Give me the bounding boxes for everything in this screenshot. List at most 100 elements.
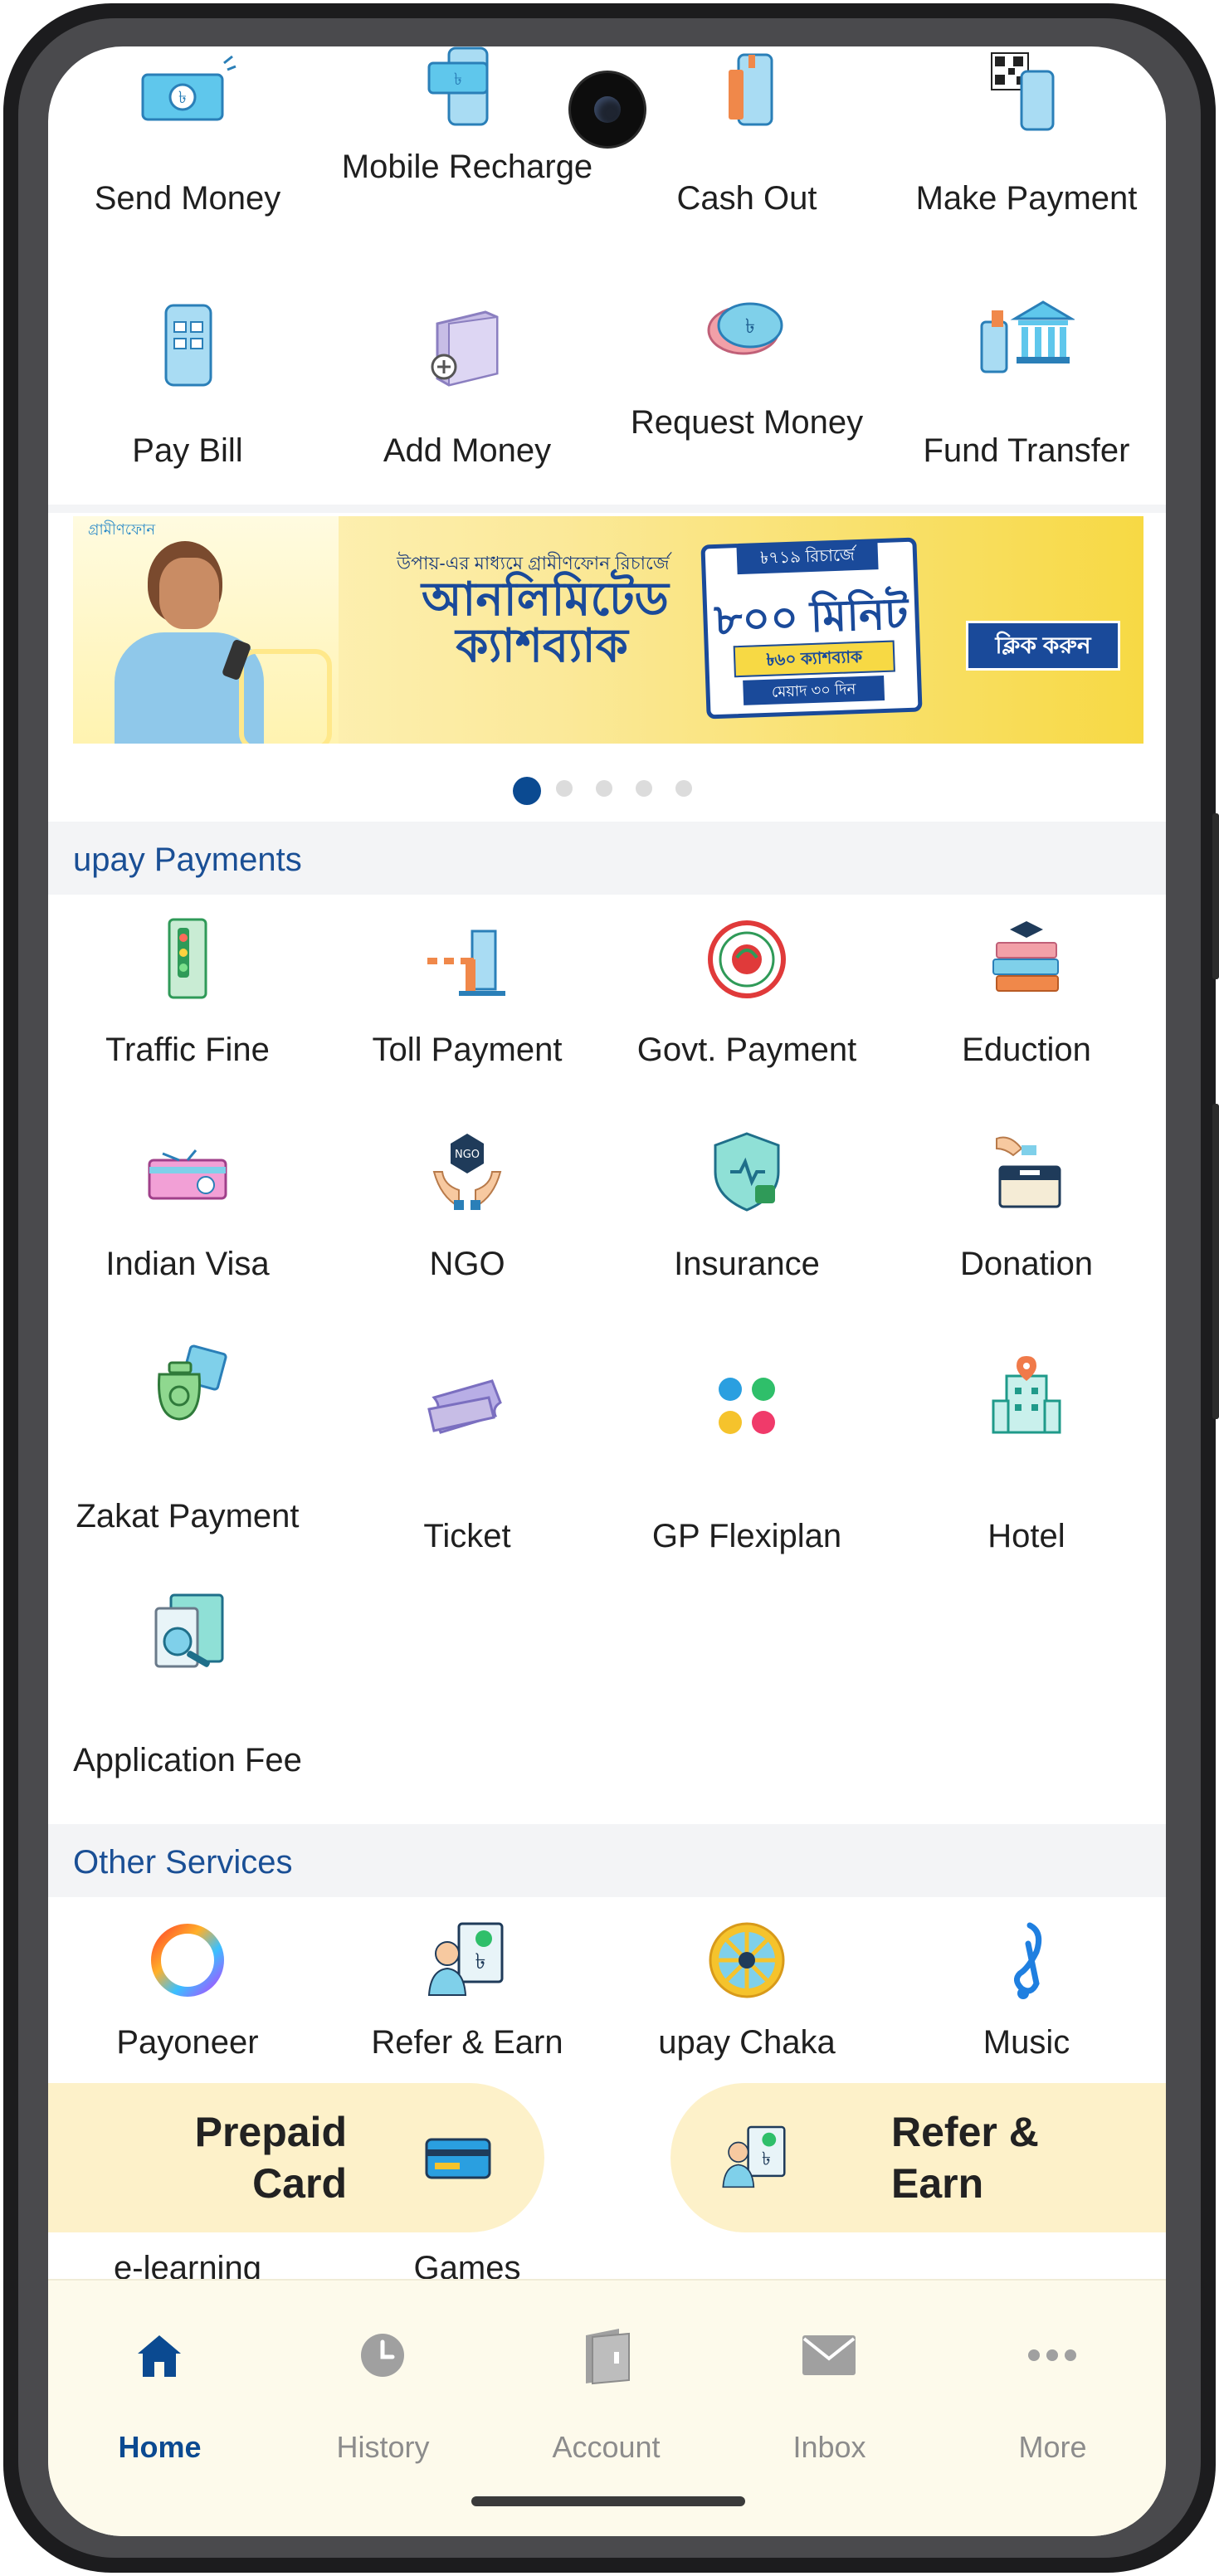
payment-traffic-fine[interactable]: Traffic Fine [48,918,327,1134]
quick-action-label: Make Payment [915,180,1138,217]
payment-label: Application Fee [73,1742,302,1778]
promo-banner[interactable]: গ্রামীণফোন উপায়-এর মাধ্যমে গ্রামীণফোন র… [73,516,1143,744]
quick-actions-row: Pay Bill Add Money ৳ Request Money Fund … [48,295,1166,511]
nav-inbox[interactable]: Inbox [718,2330,941,2464]
pagination-dot[interactable] [675,780,692,797]
book-icon [586,2329,630,2385]
cash-out-icon [729,53,773,126]
service-label: Payoneer [116,2024,259,2061]
music-note-icon [1014,1922,1042,1999]
svg-text:৳: ৳ [178,87,187,107]
payment-donation[interactable]: Donation [887,1130,1166,1346]
payment-label: NGO [429,1246,505,1282]
pagination-dot-active[interactable] [513,777,541,805]
prepaid-card-button[interactable]: Prepaid Card [48,2083,544,2232]
svg-text:৳: ৳ [475,1949,486,1974]
payment-label: Hotel [987,1518,1065,1554]
service-label: Music [983,2024,1070,2061]
payment-zakat[interactable]: Zakat Payment [48,1341,327,1590]
pagination-dot[interactable] [556,780,573,797]
payment-hotel[interactable]: Hotel [887,1341,1166,1557]
payment-label: Zakat Payment [76,1498,300,1534]
traffic-light-icon [168,918,207,999]
prepaid-card-label-2: Card [252,2160,347,2207]
banner-frame-shape [239,649,332,744]
payment-gp-flexiplan[interactable]: GP Flexiplan [607,1341,886,1557]
hotel-icon [992,1356,1061,1434]
banner-offer-card: ৳৭১৯ রিচার্জে ৮০০ মিনিট ৳৬০ ক্যাশব্যাক ম… [700,537,923,720]
quick-action-label: Pay Bill [132,432,243,469]
visa-ticket-icon [148,1149,227,1200]
pagination-dot[interactable] [636,780,652,797]
payment-indian-visa[interactable]: Indian Visa [48,1130,327,1346]
ticket-icon [427,1379,502,1434]
quick-action-label: Request Money [630,404,864,441]
banner-cta-button[interactable]: ক্লিক করুন [966,621,1120,671]
request-money-icon: ৳ [707,302,783,355]
payment-toll[interactable]: Toll Payment [328,918,607,1134]
payment-label: Indian Visa [105,1246,270,1282]
payment-ticket[interactable]: Ticket [328,1341,607,1557]
section-title: upay Payments [73,842,302,878]
upay-payments-header: upay Payments [48,822,1166,895]
nav-label: Home [118,2430,202,2464]
quick-action-fund-transfer[interactable]: Fund Transfer [887,295,1166,511]
books-icon [992,921,1059,992]
mobile-recharge-icon: ৳ [427,46,489,126]
payment-ngo[interactable]: NGO NGO [328,1130,607,1346]
pagination-dot[interactable] [596,780,612,797]
toll-gate-icon [427,929,505,996]
donation-box-icon [996,1136,1061,1208]
insurance-shield-icon [714,1132,780,1212]
quick-action-pay-bill[interactable]: Pay Bill [48,295,327,511]
quick-action-label: Cash Out [676,180,817,217]
payment-application-fee[interactable]: Application Fee [48,1592,327,1841]
app-screen: ৳ 26 Send Money ৳ Mobile Recharge Cash O… [48,46,1166,2536]
quick-action-add-money[interactable]: Add Money [328,295,607,511]
quick-action-make-payment[interactable]: Make Payment [887,46,1166,262]
nav-more[interactable]: More [941,2330,1164,2464]
payment-insurance[interactable]: Insurance [607,1130,886,1346]
payments-row: Application Fee [48,1592,1166,1841]
quick-action-cash-out[interactable]: Cash Out [607,46,886,262]
other-services-header: Other Services [48,1824,1166,1897]
payoneer-ring-icon [151,1924,224,1997]
payment-label: Govt. Payment [636,1032,857,1068]
home-icon [138,2335,181,2377]
banner-headline: আনলিমিটেড ক্যাশব্যাক [422,573,669,671]
flexiplan-dots-icon [719,1378,775,1434]
payment-label: Donation [959,1246,1094,1282]
zakat-bag-icon [158,1344,227,1421]
card-icon [425,2138,491,2179]
refer-earn-label-1: Refer & [891,2109,1039,2155]
refer-earn-icon: ৳ [427,1922,504,1996]
payment-label: Ticket [423,1518,511,1554]
add-money-icon [431,310,499,387]
quick-action-label: Add Money [383,432,552,469]
nav-history[interactable]: History [271,2330,495,2464]
chaka-wheel-icon [709,1922,785,1998]
nav-account[interactable]: Account [495,2329,718,2464]
refer-earn-button[interactable]: ৳ Refer & Earn [670,2083,1166,2232]
nav-label: More [1018,2430,1087,2464]
quick-action-label: Send Money [94,180,281,217]
section-title: Other Services [73,1844,293,1881]
svg-text:৳: ৳ [762,2149,771,2169]
service-label: Refer & Earn [371,2024,563,2061]
nav-home[interactable]: Home [48,2330,271,2464]
quick-action-label: Mobile Recharge [341,149,593,185]
quick-action-send-money[interactable]: ৳ 26 Send Money [48,46,327,262]
home-indicator[interactable] [471,2496,745,2506]
nav-label: History [336,2430,430,2464]
payment-label: Toll Payment [372,1032,563,1068]
payment-education[interactable]: Eduction [887,918,1166,1134]
payment-govt[interactable]: Govt. Payment [607,918,886,1134]
quick-action-request-money[interactable]: ৳ Request Money [607,295,886,511]
bank-transfer-icon [980,300,1075,373]
payment-label: Eduction [962,1032,1091,1068]
quick-action-mobile-recharge[interactable]: ৳ Mobile Recharge [328,46,607,262]
divider [48,505,1166,513]
banner-offer-cashback: ৳৬০ ক্যাশব্যাক [733,640,895,678]
front-camera [571,73,644,146]
clock-icon [361,2334,404,2377]
